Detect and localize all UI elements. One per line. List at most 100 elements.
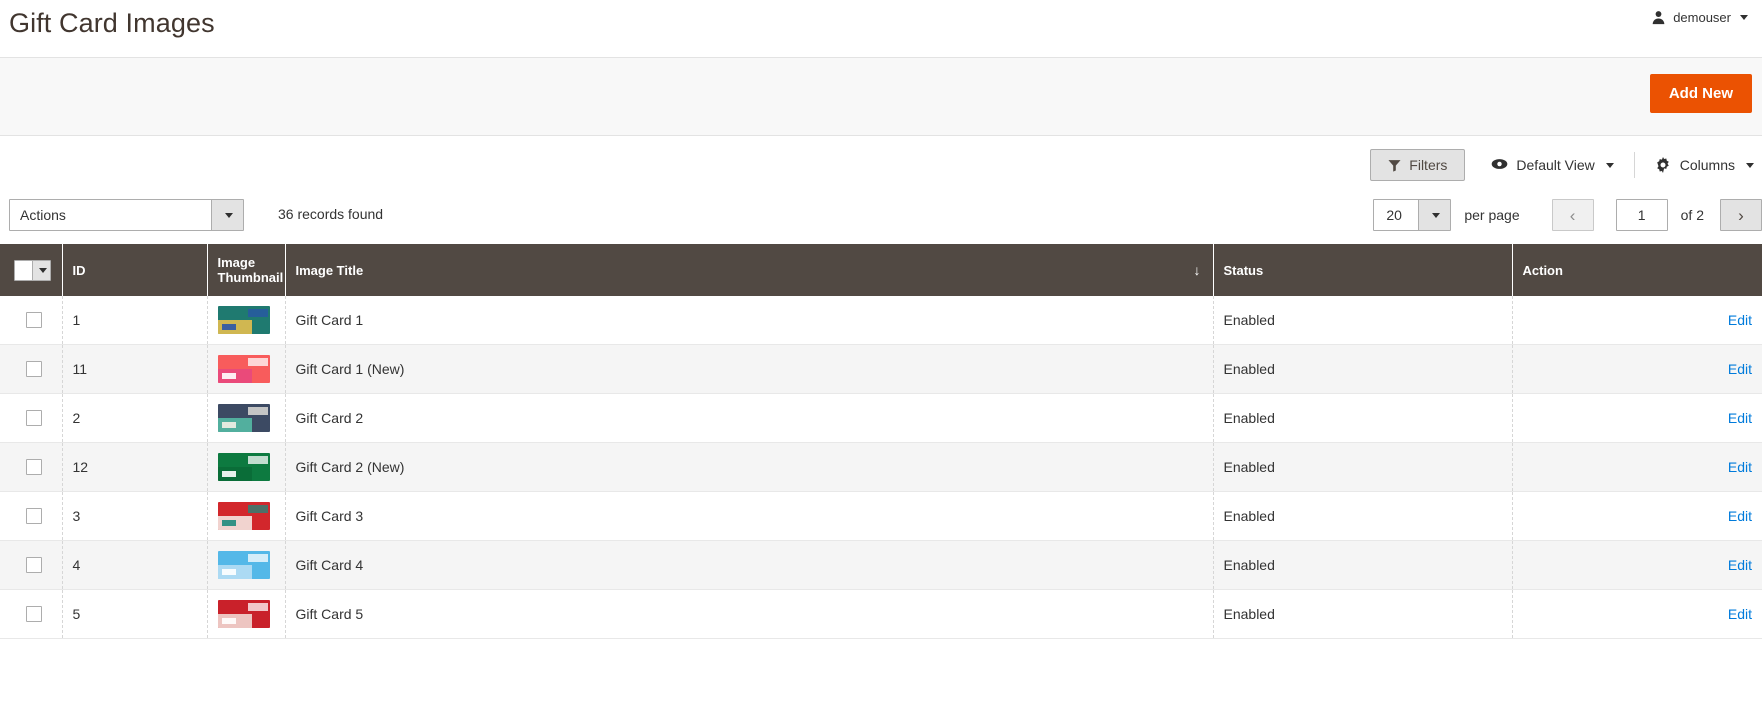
- page-title: Gift Card Images: [9, 8, 215, 38]
- cell-title: Gift Card 4: [285, 540, 1214, 590]
- gift-card-thumbnail-image: [217, 453, 270, 481]
- select-all-dropdown-arrow[interactable]: [32, 260, 50, 280]
- columns-dropdown[interactable]: Columns: [1655, 157, 1754, 173]
- records-count: 36 records found: [278, 206, 384, 222]
- select-all-control[interactable]: [14, 259, 51, 281]
- edit-link[interactable]: Edit: [1728, 508, 1752, 524]
- cell-id: 4: [62, 540, 208, 590]
- column-header-status[interactable]: Status: [1213, 244, 1513, 296]
- chevron-down-icon: [1605, 162, 1614, 168]
- cell-status: Enabled: [1213, 540, 1513, 590]
- edit-link[interactable]: Edit: [1728, 557, 1752, 573]
- row-checkbox[interactable]: [26, 312, 42, 328]
- actions-label: Actions: [20, 207, 66, 223]
- cell-title: Gift Card 5: [285, 589, 1214, 639]
- column-header-title[interactable]: Image Title ↓: [285, 244, 1214, 296]
- cell-id: 3: [62, 491, 208, 541]
- gift-card-thumbnail-image: [217, 355, 270, 383]
- column-header-action: Action: [1512, 244, 1762, 296]
- cell-action: Edit: [1512, 589, 1762, 639]
- row-checkbox[interactable]: [26, 557, 42, 573]
- cell-title: Gift Card 2 (New): [285, 442, 1214, 492]
- chevron-down-icon: [38, 267, 47, 273]
- page-header: Gift Card Images demouser: [0, 0, 1762, 58]
- cell-thumbnail: [207, 540, 286, 590]
- default-view-label: Default View: [1516, 157, 1595, 173]
- add-new-button[interactable]: Add New: [1649, 74, 1752, 113]
- cell-thumbnail: [207, 344, 286, 394]
- edit-link[interactable]: Edit: [1728, 410, 1752, 426]
- cell-action: Edit: [1512, 344, 1762, 394]
- edit-link[interactable]: Edit: [1728, 459, 1752, 475]
- gift-card-thumbnail-image: [217, 306, 270, 334]
- user-menu[interactable]: demouser: [1651, 10, 1748, 25]
- gift-card-thumbnail-image: [217, 551, 270, 579]
- page-number-input[interactable]: 1: [1615, 199, 1668, 231]
- cell-action: Edit: [1512, 442, 1762, 492]
- cell-status: Enabled: [1213, 442, 1513, 492]
- user-icon: [1651, 10, 1666, 25]
- user-name: demouser: [1673, 10, 1731, 25]
- table-header-row: ID Image Thumbnail Image Title ↓ Status …: [0, 244, 1762, 296]
- row-select-cell: [0, 491, 63, 541]
- edit-link[interactable]: Edit: [1728, 312, 1752, 328]
- row-select-cell: [0, 344, 63, 394]
- row-checkbox[interactable]: [26, 459, 42, 475]
- grid-controls-row: Actions 36 records found 20 per page ‹ 1…: [0, 192, 1762, 244]
- cell-id: 11: [62, 344, 208, 394]
- edit-link[interactable]: Edit: [1728, 361, 1752, 377]
- cell-thumbnail: [207, 442, 286, 492]
- table-row: 12 Gift Card 2 (New) Enabled Edit: [0, 442, 1762, 492]
- cell-id: 12: [62, 442, 208, 492]
- grid-toolbar: Filters Default View Columns: [0, 136, 1762, 192]
- gear-icon: [1655, 157, 1671, 173]
- eye-icon: [1491, 157, 1508, 173]
- cell-status: Enabled: [1213, 393, 1513, 443]
- column-header-thumbnail[interactable]: Image Thumbnail: [207, 244, 286, 296]
- grid-toolbar-controls: Filters Default View Columns: [1370, 149, 1754, 181]
- column-header-select-all[interactable]: [0, 244, 63, 296]
- row-select-cell: [0, 540, 63, 590]
- funnel-icon: [1388, 159, 1401, 172]
- chevron-left-icon: ‹: [1569, 205, 1576, 225]
- gift-card-thumbnail-image: [217, 502, 270, 530]
- actions-dropdown-arrow[interactable]: [211, 200, 243, 230]
- table-row: 11 Gift Card 1 (New) Enabled Edit: [0, 344, 1762, 394]
- cell-thumbnail: [207, 589, 286, 639]
- column-header-id[interactable]: ID: [62, 244, 208, 296]
- row-select-cell: [0, 589, 63, 639]
- select-all-checkbox[interactable]: [15, 260, 32, 280]
- chevron-down-icon: [1431, 212, 1440, 218]
- chevron-down-icon: [1746, 162, 1754, 168]
- previous-page-button[interactable]: ‹: [1551, 199, 1594, 231]
- table-row: 2 Gift Card 2 Enabled Edit: [0, 393, 1762, 443]
- cell-title: Gift Card 3: [285, 491, 1214, 541]
- row-checkbox[interactable]: [26, 606, 42, 622]
- data-grid: ID Image Thumbnail Image Title ↓ Status …: [0, 244, 1762, 639]
- table-header: ID Image Thumbnail Image Title ↓ Status …: [0, 244, 1762, 296]
- cell-title: Gift Card 1 (New): [285, 344, 1214, 394]
- columns-label: Columns: [1679, 157, 1735, 173]
- per-page-value: 20: [1386, 207, 1402, 223]
- cell-action: Edit: [1512, 393, 1762, 443]
- cell-id: 5: [62, 589, 208, 639]
- table-row: 5 Gift Card 5 Enabled Edit: [0, 589, 1762, 639]
- filters-button[interactable]: Filters: [1370, 149, 1466, 181]
- per-page-dropdown-arrow[interactable]: [1418, 200, 1451, 230]
- row-checkbox[interactable]: [26, 410, 42, 426]
- per-page-label: per page: [1464, 207, 1520, 223]
- cell-status: Enabled: [1213, 491, 1513, 541]
- row-checkbox[interactable]: [26, 361, 42, 377]
- per-page-dropdown[interactable]: 20: [1373, 199, 1452, 231]
- cell-status: Enabled: [1213, 344, 1513, 394]
- cell-thumbnail: [207, 393, 286, 443]
- pagination: 20 per page ‹ 1 of 2 ›: [1373, 199, 1762, 231]
- cell-id: 1: [62, 296, 208, 345]
- default-view-dropdown[interactable]: Default View: [1491, 152, 1635, 178]
- row-select-cell: [0, 393, 63, 443]
- edit-link[interactable]: Edit: [1728, 606, 1752, 622]
- next-page-button[interactable]: ›: [1720, 199, 1762, 231]
- actions-dropdown[interactable]: Actions: [9, 199, 244, 231]
- row-checkbox[interactable]: [26, 508, 42, 524]
- action-bar: Add New: [0, 58, 1762, 136]
